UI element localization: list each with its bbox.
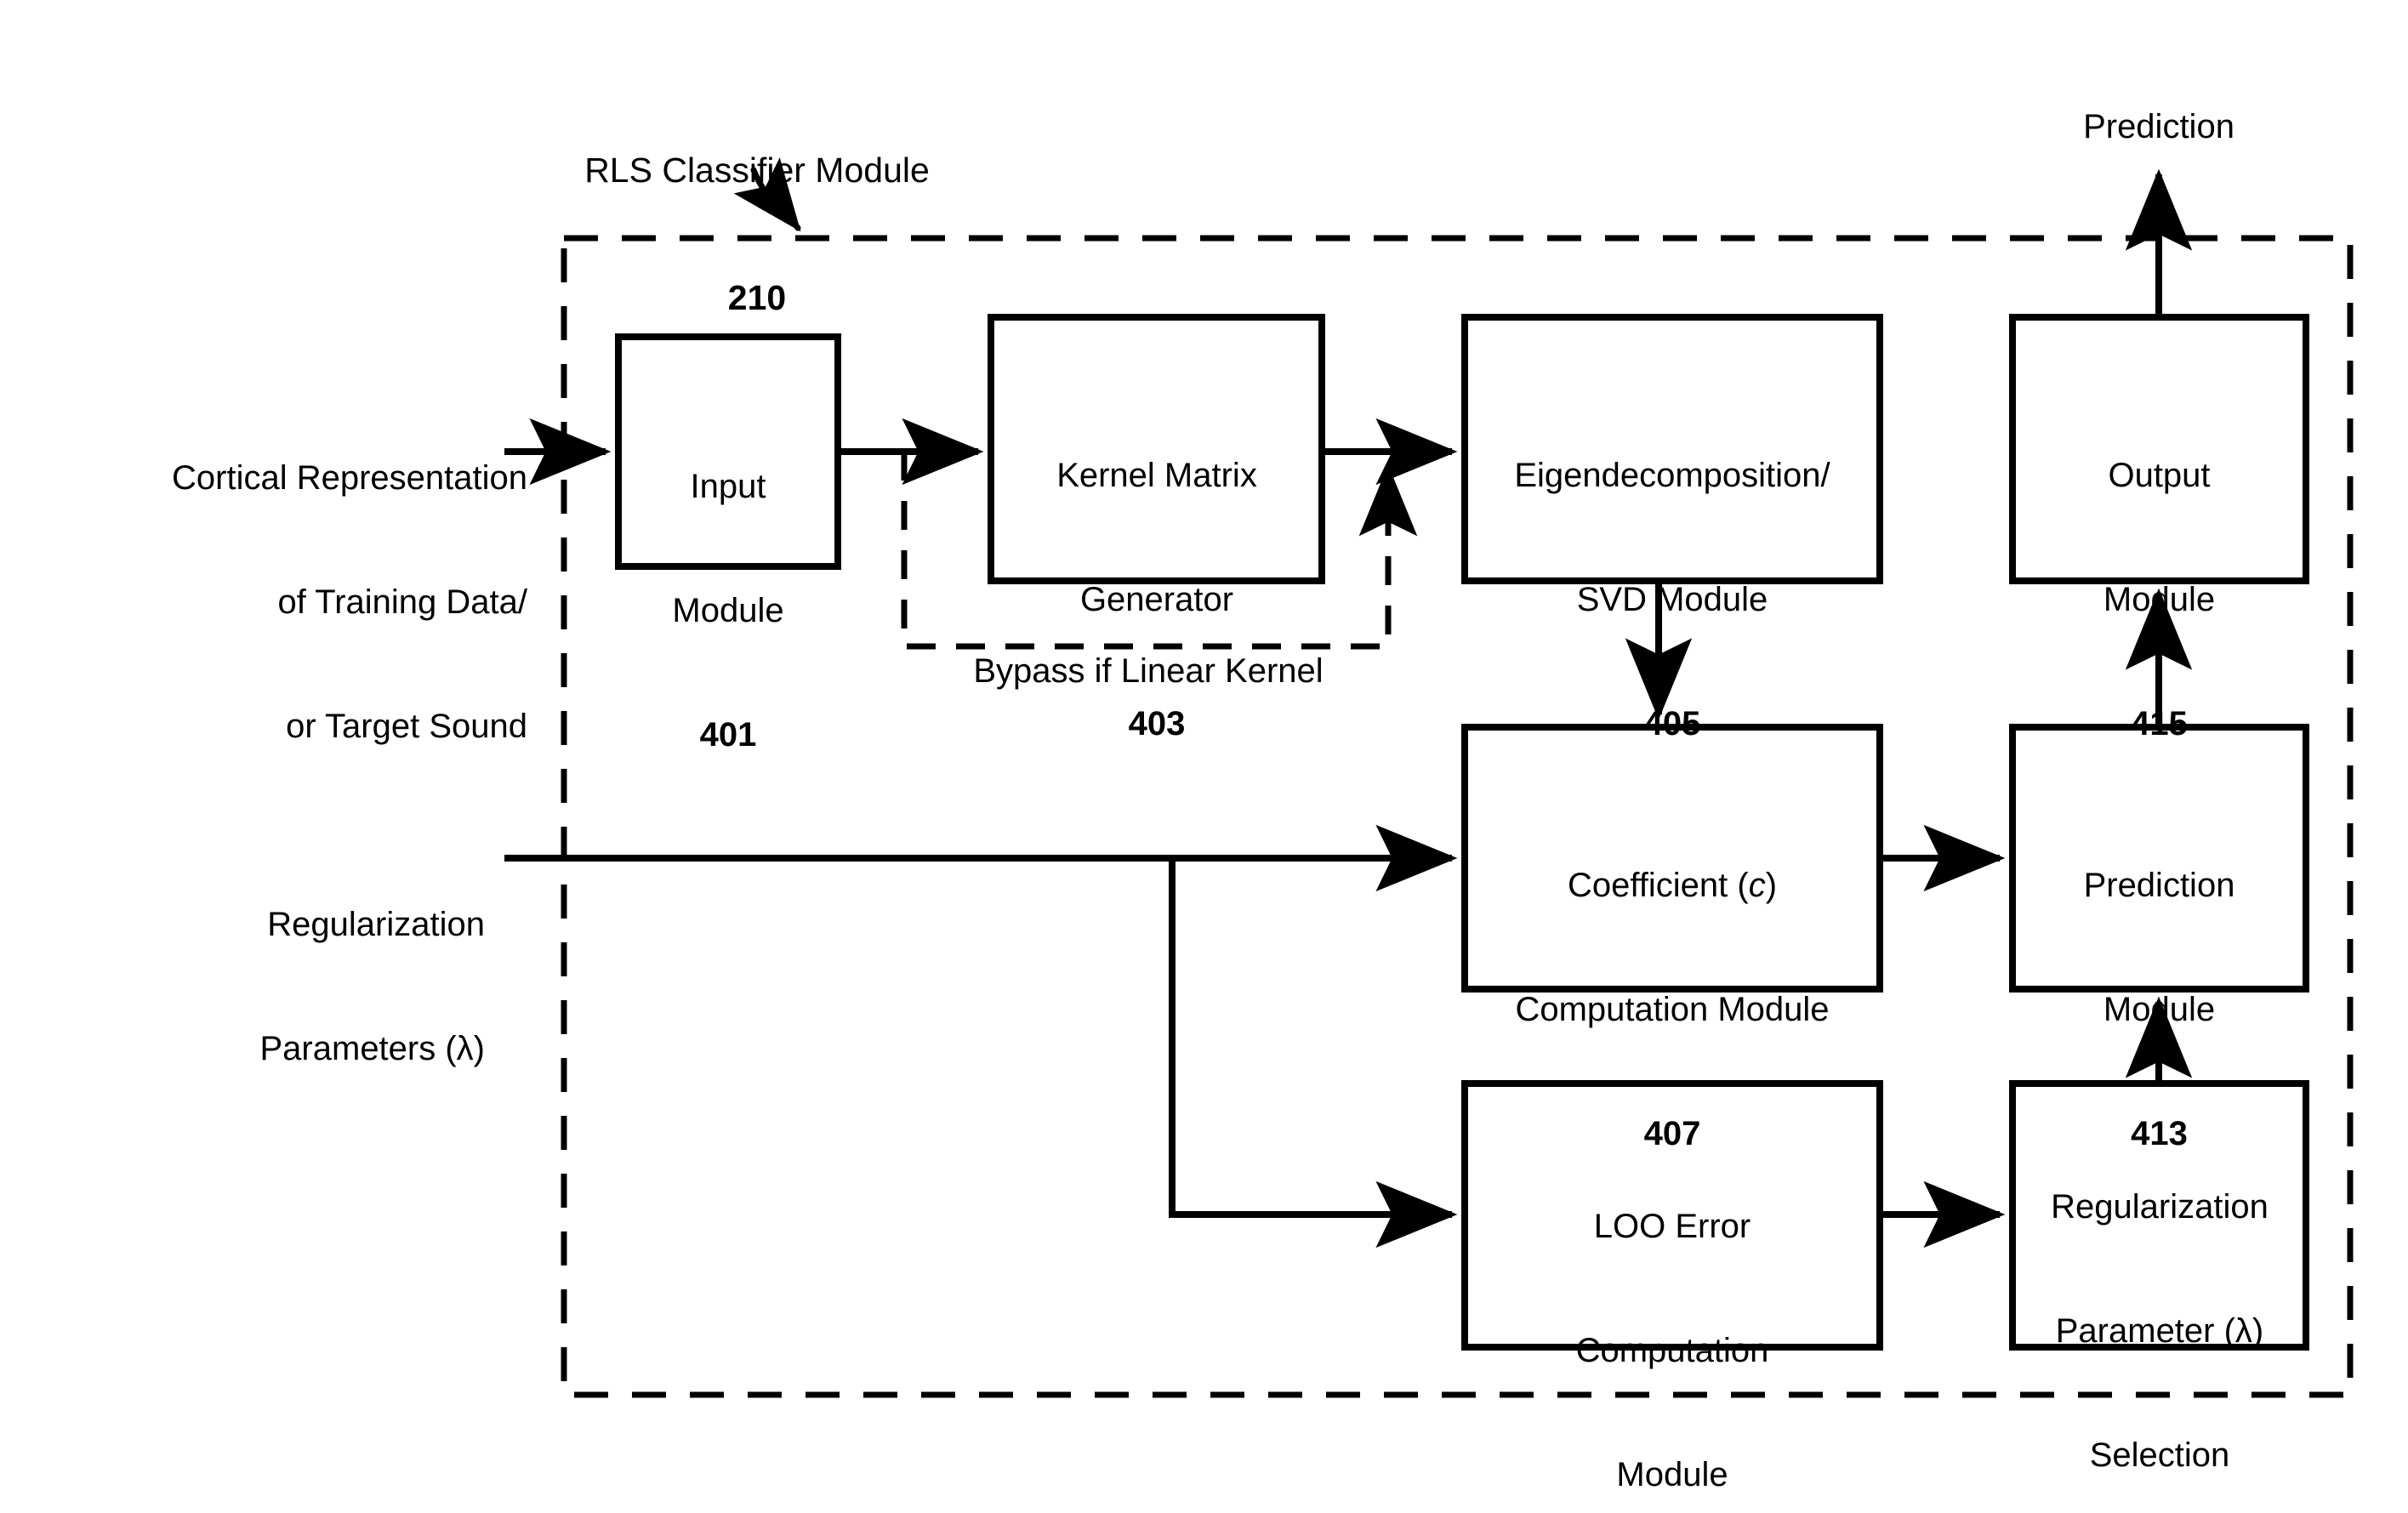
loo-error-computation-module-label-line1: LOO Error [1593,1207,1751,1245]
output-module-label-line1: Output [2108,456,2211,494]
output-module-number: 415 [2131,705,2188,743]
output-module-label-line2: Module [2103,580,2216,618]
regularization-parameters-label-line1: Regularization [267,905,485,943]
input-module-label-line2: Module [672,591,784,629]
figure-title-number: 210 [727,278,787,318]
loo-error-computation-module-label: LOO Error Computation Module 409 [1465,1123,1880,1513]
kernel-matrix-generator-number: 403 [1128,705,1186,743]
regularization-parameter-selection-module-label-line3: Selection [2089,1436,2230,1475]
regularization-parameter-selection-module-label: Regularization Parameter (λ) Selection M… [2002,1103,2317,1513]
regularization-parameters-label: Regularization Parameters (λ) [102,821,486,1152]
figure-title: RLS Classifier Module 210 [544,64,970,404]
output-module-label: Output Module 415 [2012,372,2306,828]
connector-regularization-params-to-loo-error [1169,858,1458,1249]
kernel-matrix-generator-label: Kernel Matrix Generator 403 [987,372,1327,828]
input-source-label-line1: Cortical Representation [172,458,527,497]
kernel-matrix-generator-label-line2: Generator [1079,580,1234,618]
loo-error-computation-module-label-line2: Computation [1575,1331,1769,1369]
input-module-number: 401 [699,716,757,754]
input-module-label: Input Module 401 [618,383,838,839]
loo-error-computation-module-label-line3: Module [1616,1456,1728,1494]
input-source-label-line3: or Target Sound [286,708,527,746]
figure-title-text: RLS Classifier Module [584,151,930,191]
eigendecomposition-svd-module-label: Eigendecomposition/ SVD Module 405 [1457,372,1887,828]
input-source-label: Cortical Representation of Training Data… [77,374,527,831]
prediction-module-label-line2: Module [2103,990,2216,1028]
eigendecomposition-svd-module-label-line2: SVD Module [1576,580,1768,618]
prediction-output-label: Prediction [2083,108,2234,145]
prediction-module-label-line1: Prediction [2083,866,2235,904]
regularization-parameters-label-line2: Parameters (λ) [259,1029,486,1067]
coefficient-computation-module-label-line1-text: Coefficient (c) [1567,866,1778,904]
kernel-matrix-generator-label-line1: Kernel Matrix [1056,456,1257,494]
regularization-parameter-selection-module-label-line1: Regularization [2051,1187,2269,1226]
regularization-parameter-selection-module-label-line2: Parameter (λ) [2055,1311,2264,1350]
eigendecomposition-svd-module-number: 405 [1643,705,1701,743]
patent-figure-canvas: RLS Classifier Module 210 Cortical Repre… [0,0,2408,1513]
coefficient-computation-module-label-line1: Coefficient (c) [1455,865,1889,907]
eigendecomposition-svd-module-label-line1: Eigendecomposition/ [1514,456,1830,494]
input-module-label-line1: Input [690,467,766,505]
coefficient-computation-module-label-line2: Computation Module [1515,990,1830,1028]
input-source-label-line2: of Training Data/ [277,583,528,621]
